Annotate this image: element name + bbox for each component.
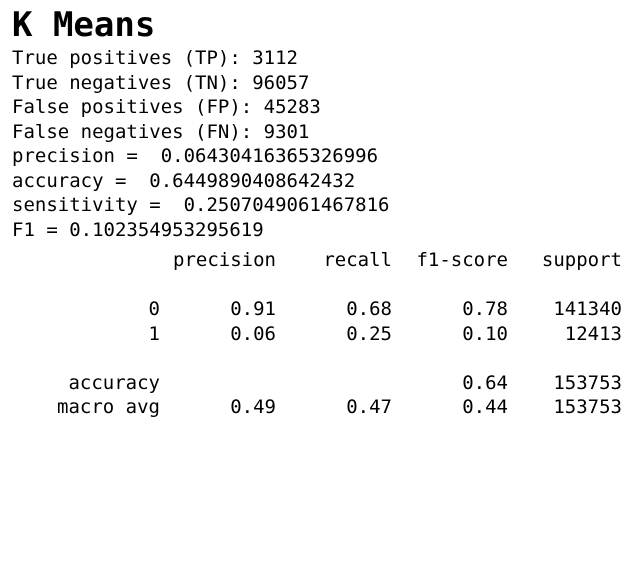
metric-f1: F1 = 0.102354953295619 bbox=[12, 218, 264, 241]
header-recall: recall bbox=[323, 249, 392, 271]
metric-fp: False positives (FP): 45283 bbox=[12, 96, 321, 118]
header-precision: precision bbox=[173, 249, 276, 271]
row-f1-score: 0.44 bbox=[462, 396, 508, 418]
row-support: 153753 bbox=[553, 371, 622, 394]
row-label: macro avg bbox=[57, 396, 160, 418]
blank-row bbox=[12, 273, 632, 298]
row-precision: 0.49 bbox=[230, 396, 276, 418]
table-row: 0 0.91 0.68 0.78 141340 bbox=[12, 297, 632, 322]
row-label: 1 bbox=[148, 322, 160, 345]
row-support: 12413 bbox=[564, 322, 622, 345]
row-precision: 0.91 bbox=[230, 298, 276, 320]
summary-row-accuracy: accuracy 0.64 153753 bbox=[12, 371, 632, 396]
page-title: K Means bbox=[12, 5, 156, 45]
row-recall: 0.25 bbox=[346, 322, 392, 345]
metric-accuracy: accuracy = 0.6449890408642432 bbox=[12, 169, 356, 192]
summary-row-macro-avg: macro avg 0.49 0.47 0.44 153753 bbox=[12, 395, 632, 420]
metric-sensitivity: sensitivity = 0.2507049061467816 bbox=[12, 194, 390, 216]
metric-fn: False negatives (FN): 9301 bbox=[12, 120, 310, 143]
header-support: support bbox=[541, 249, 622, 271]
row-f1-score: 0.10 bbox=[462, 322, 508, 345]
output-panel: K Means True positives (TP): 3112 True n… bbox=[12, 4, 632, 418]
row-support: 153753 bbox=[553, 396, 622, 418]
metric-tp: True positives (TP): 3112 bbox=[12, 47, 298, 69]
row-f1-score: 0.64 bbox=[462, 371, 508, 394]
metrics-block: True positives (TP): 3112 True negatives… bbox=[12, 46, 632, 242]
row-recall: 0.47 bbox=[346, 396, 392, 418]
row-label: 0 bbox=[148, 298, 160, 320]
report-header-row: precision recall f1-score support bbox=[12, 248, 632, 273]
blank-row bbox=[12, 346, 632, 371]
metric-tn: True negatives (TN): 96057 bbox=[12, 71, 310, 94]
row-recall: 0.68 bbox=[346, 298, 392, 320]
row-precision: 0.06 bbox=[230, 322, 276, 345]
header-f1-score: f1-score bbox=[416, 249, 508, 271]
row-label: accuracy bbox=[68, 371, 160, 394]
metric-precision: precision = 0.06430416365326996 bbox=[12, 145, 379, 167]
row-f1-score: 0.78 bbox=[462, 298, 508, 320]
row-support: 141340 bbox=[553, 298, 622, 320]
table-row: 1 0.06 0.25 0.10 12413 bbox=[12, 322, 632, 347]
classification-report: precision recall f1-score support 0 0.91… bbox=[12, 248, 632, 420]
